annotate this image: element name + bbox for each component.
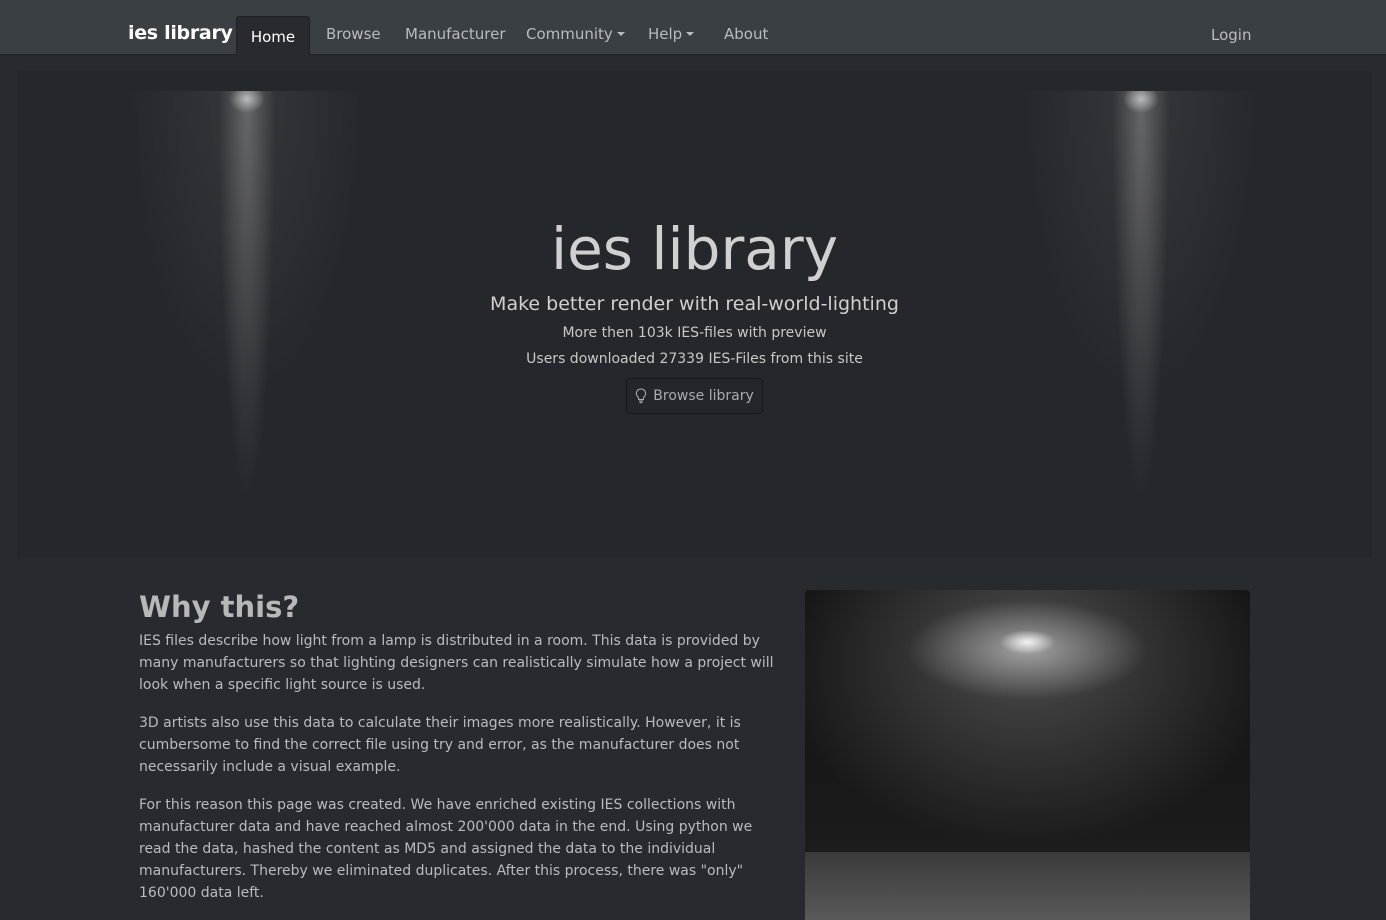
ies-preview-image	[805, 590, 1250, 920]
nav-item-help[interactable]: Help	[648, 25, 695, 43]
why-paragraph-1: IES files describe how light from a lamp…	[139, 633, 774, 693]
why-paragraph-3: For this reason this page was created. W…	[139, 797, 753, 901]
chevron-down-icon	[616, 32, 625, 36]
hero-title: ies library	[550, 215, 839, 283]
nav-item-help-label: Help	[648, 25, 683, 43]
nav-item-manufacturer[interactable]: Manufacturer	[405, 25, 506, 43]
lightbulb-icon	[636, 388, 647, 404]
navbar: ies library Home Browse Manufacturer Com…	[0, 0, 1386, 56]
nav-item-home[interactable]: Home	[236, 16, 310, 56]
browse-library-label: Browse library	[653, 388, 754, 404]
nav-item-community-label: Community	[526, 25, 613, 43]
nav-item-browse[interactable]: Browse	[326, 25, 381, 43]
preview-floor	[805, 852, 1250, 920]
brand-logo[interactable]: ies library	[128, 22, 233, 44]
hero-download-count: Users downloaded 27339 IES-Files from th…	[526, 351, 863, 367]
why-title: Why this?	[139, 590, 300, 624]
nav-item-about[interactable]: About	[724, 25, 768, 43]
login-link[interactable]: Login	[1211, 26, 1251, 44]
hero-banner: ies library Make better render with real…	[17, 71, 1372, 558]
chevron-down-icon	[686, 32, 695, 36]
preview-wall	[805, 590, 1250, 852]
hero-subtitle: Make better render with real-world-light…	[490, 293, 899, 315]
why-section: Why this? IES files describe how light f…	[139, 590, 779, 920]
why-paragraph-2: 3D artists also use this data to calcula…	[139, 715, 741, 775]
nav-item-community[interactable]: Community	[526, 25, 625, 43]
browse-library-button[interactable]: Browse library	[626, 378, 763, 414]
hero-file-count: More then 103k IES-files with preview	[562, 325, 827, 341]
